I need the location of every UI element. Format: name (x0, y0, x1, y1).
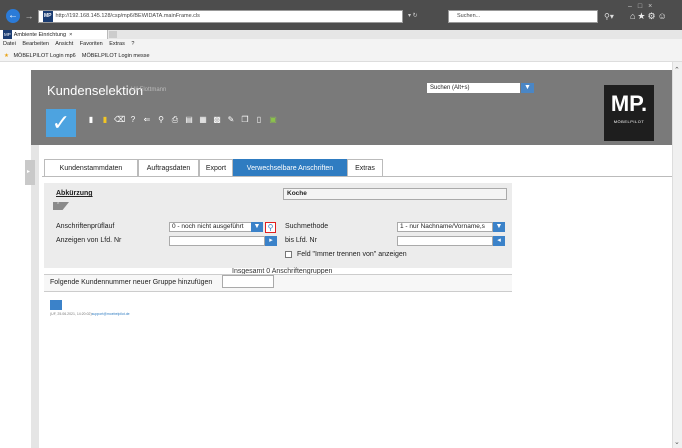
chevron-right-icon: ▸ (27, 169, 31, 175)
footer-info: (UF, 25.06.2021, 14:20:02)support@moebel… (50, 312, 130, 316)
suchmethode-select[interactable]: 1 - nur Nachname/Vorname,s (397, 222, 493, 232)
tab-export[interactable]: Export (199, 159, 233, 177)
list-icon[interactable]: ▤ (184, 114, 194, 125)
immer-trennen-checkbox[interactable] (285, 251, 292, 258)
edit-icon[interactable]: ✎ (226, 114, 236, 125)
bis-lookup-button[interactable]: ◂ (493, 236, 505, 246)
support-email-link[interactable]: support@moebelpilot.de (92, 312, 130, 316)
document-icon[interactable]: ▯ (254, 114, 264, 125)
bis-input[interactable] (397, 236, 493, 246)
vertical-scrollbar[interactable]: ⌃ ⌄ (672, 62, 682, 448)
tab-extras[interactable]: Extras (347, 159, 383, 177)
action-button[interactable] (50, 300, 62, 310)
global-search-input[interactable]: Suchen (Alt+s) (427, 83, 520, 93)
search-toolbar-icon[interactable]: ⚲ (156, 114, 166, 125)
forward-button[interactable]: → (23, 10, 35, 22)
menu-help[interactable]: ? (131, 41, 134, 47)
menu-favoriten[interactable]: Favoriten (80, 41, 103, 47)
favorite-link-2[interactable]: MÖBELPILOT Login messe (82, 53, 150, 59)
home-favorites-settings-icons[interactable]: ⌂★⚙☺ (630, 11, 680, 23)
delete-icon[interactable]: ⌫ (114, 114, 125, 125)
suchmethode-label: Suchmethode (285, 223, 329, 230)
copy-icon[interactable]: ❐ (240, 114, 250, 125)
sidebar-toggle[interactable]: ▸ (25, 160, 35, 185)
menu-extras[interactable]: Extras (109, 41, 125, 47)
page-title: Kundenselektion (47, 83, 144, 98)
confirm-check-button[interactable]: ✓ (46, 109, 76, 137)
tab-verwechselbare-anschriften[interactable]: Verwechselbare Anschriften (233, 159, 347, 177)
tab-auftragsdaten[interactable]: Auftragsdaten (138, 159, 199, 177)
back-button[interactable]: ← (6, 9, 20, 23)
user-name: Uli Flottmann (131, 87, 167, 93)
back-arrow-icon[interactable]: ⇐ (142, 114, 152, 125)
tab-logo-icon: MP (3, 30, 12, 39)
anschriftenpruef-dropdown-button[interactable]: ▼ (251, 222, 263, 232)
toolbar: ▮ ▮ ⌫ ? ⇐ ⚲ ⎙ ▤ ▦ ▩ ✎ ❐ ▯ ▣ (86, 109, 278, 129)
help-icon[interactable]: ? (128, 114, 138, 125)
folder-icon[interactable]: ▮ (100, 114, 110, 125)
suchmethode-dropdown-button[interactable]: ▼ (493, 222, 505, 232)
table-icon[interactable]: ▩ (212, 114, 222, 125)
anschriftenpruef-label: Anschriftenprüflauf (56, 223, 115, 230)
scroll-down-icon[interactable]: ⌄ (674, 438, 680, 446)
favorites-star-icon[interactable]: ★ (4, 53, 9, 59)
tab-divider (42, 176, 672, 177)
logo-mark: MP. (610, 91, 648, 116)
address-bar[interactable]: MP http://192.168.145.128/csp/mp6/BEWIDAT… (38, 10, 403, 23)
reload-icon[interactable]: ▾ ↻ (408, 10, 428, 23)
menu-datei[interactable]: Datei (3, 41, 16, 47)
menu-bar: Datei Bearbeiten Ansicht Favoriten Extra… (0, 39, 682, 50)
run-check-button[interactable]: ⚲ (265, 222, 276, 233)
bis-label: bis Lfd. Nr (285, 237, 317, 244)
search-icon[interactable]: ⚲▾ (604, 10, 620, 23)
anschriftenpruef-select[interactable]: 0 - noch nicht ausgeführt (169, 222, 262, 232)
new-tab-button[interactable] (109, 31, 117, 38)
menu-ansicht[interactable]: Ansicht (55, 41, 73, 47)
abkuerzung-field: Koche (283, 188, 507, 200)
scroll-up-icon[interactable]: ⌃ (674, 66, 680, 74)
new-document-icon[interactable]: ▮ (86, 114, 96, 125)
export-icon[interactable]: ▦ (198, 114, 208, 125)
abkuerzung-label: Abkürzung (56, 190, 93, 197)
add-customer-label: Folgende Kundennummer neuer Gruppe hinzu… (50, 279, 213, 286)
browser-tab[interactable]: MP Ambiente Einrichtung × (0, 30, 108, 39)
menu-bearbeiten[interactable]: Bearbeiten (22, 41, 49, 47)
anzeigen-von-lookup-button[interactable]: ▸ (265, 236, 277, 246)
left-panel-edge (31, 145, 39, 448)
image-icon[interactable]: ▣ (268, 114, 278, 125)
moebelpilot-logo: MP. MÖBELPILOT (604, 85, 654, 141)
url-text: http://192.168.145.128/csp/mp6/BEWIDATA.… (55, 13, 200, 19)
anzeigen-von-label: Anzeigen von Lfd. Nr (56, 237, 122, 244)
site-logo-icon: MP (43, 11, 53, 22)
footer-text: (UF, 25.06.2021, 14:20:02) (50, 312, 92, 316)
tab-kundenstammdaten[interactable]: Kundenstammdaten (44, 159, 138, 177)
anzeigen-von-input[interactable] (169, 236, 265, 246)
tab-title: Ambiente Einrichtung (13, 32, 67, 38)
print-icon[interactable]: ⎙ (170, 114, 180, 125)
favorites-bar: ★ MÖBELPILOT Login mp6 MÖBELPILOT Login … (0, 50, 682, 62)
chevron-up-icon: ⌃ (56, 202, 61, 208)
favorite-link-1[interactable]: MÖBELPILOT Login mp6 (13, 53, 75, 59)
logo-subtitle: MÖBELPILOT (613, 119, 645, 124)
global-search-button[interactable]: ▼ (521, 83, 534, 93)
immer-trennen-label: Feld "Immer trennen von" anzeigen (297, 251, 407, 258)
browser-search-input[interactable]: Suchen... (448, 10, 598, 23)
add-customer-input[interactable] (222, 275, 274, 288)
window-controls[interactable]: –□× (628, 3, 680, 11)
app-header (31, 70, 672, 145)
